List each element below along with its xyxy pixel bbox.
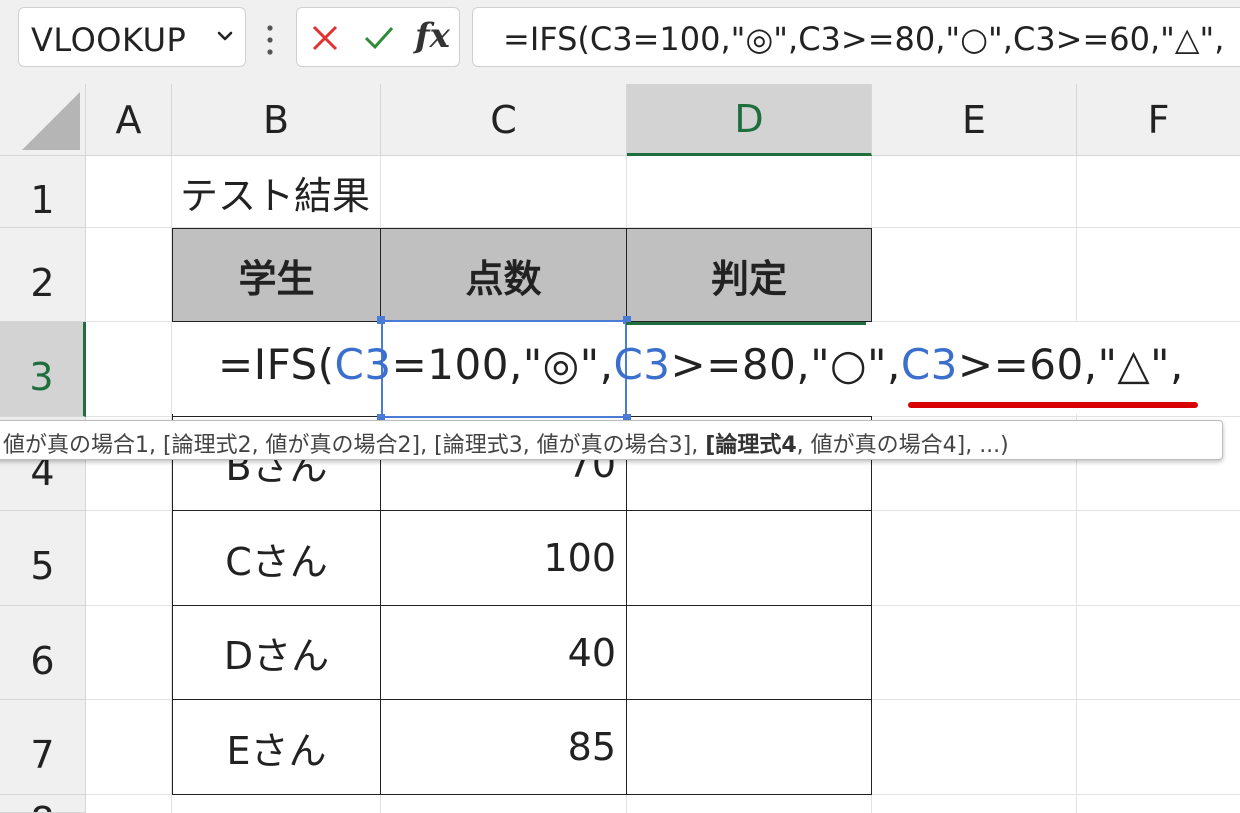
row-header-6[interactable]: 6 [0, 606, 86, 700]
student-cell[interactable]: Dさん [172, 605, 381, 700]
row-header-5[interactable]: 5 [0, 511, 86, 606]
judgement-cell[interactable] [626, 699, 872, 795]
column-header-d[interactable]: D [627, 84, 872, 156]
score-cell[interactable]: 100 [380, 510, 627, 606]
check-icon[interactable] [361, 20, 397, 56]
column-header-b[interactable]: B [172, 84, 381, 156]
row-header-8[interactable]: 8 [0, 795, 86, 813]
row-header-1[interactable]: 1 [0, 156, 86, 228]
column-header-f[interactable]: F [1077, 84, 1240, 156]
red-underline-annotation [908, 402, 1198, 408]
cell-reference: C3 [334, 340, 392, 389]
insert-function-button[interactable]: fx [415, 16, 450, 56]
close-icon[interactable] [307, 20, 343, 56]
judgement-cell[interactable] [626, 605, 872, 700]
tooltip-current-argument[interactable]: [論理式4 [705, 433, 796, 458]
gridline [1076, 156, 1077, 813]
column-header-a[interactable]: A [86, 84, 172, 156]
more-options-icon[interactable] [262, 22, 278, 58]
formula-buttons: fx [296, 7, 460, 67]
select-all-button[interactable] [0, 84, 86, 156]
formula-text: =IFS(C3=100,"◎",C3>=80,"○",C3>=60,"△", [503, 20, 1225, 58]
judgement-cell[interactable] [626, 510, 872, 606]
formula-part: =IFS( [218, 340, 335, 389]
student-cell[interactable]: Cさん [172, 510, 381, 606]
name-box-value: VLOOKUP [31, 21, 187, 59]
function-arguments-tooltip: 値が真の場合1, [論理式2, 値が真の場合2], [論理式3, 値が真の場合3… [0, 420, 1223, 460]
formula-bar-area: VLOOKUP fx =IFS(C3=100,"◎",C3>=80,"○",C3… [0, 0, 1240, 84]
row-header-3[interactable]: 3 [0, 322, 86, 417]
header-cell-judgement[interactable]: 判定 [626, 228, 872, 322]
tooltip-lead: 値が真の場合1, [論理式2, 値が真の場合2], [論理式3, 値が真の場合3… [3, 433, 706, 458]
formula-input[interactable]: =IFS(C3=100,"◎",C3>=80,"○",C3>=60,"△", [472, 7, 1240, 67]
formula-part: >=80,"○", [670, 340, 901, 389]
formula-part: =100,"◎", [391, 340, 614, 389]
cell-edit-formula[interactable]: =IFS(C3=100,"◎",C3>=80,"○",C3>=60,"△", [218, 340, 1184, 389]
row-header-7[interactable]: 7 [0, 700, 86, 795]
column-header-c[interactable]: C [381, 84, 627, 156]
student-cell[interactable]: Eさん [172, 699, 381, 795]
active-cell-border [626, 322, 872, 325]
select-all-triangle-icon [22, 92, 80, 150]
score-cell[interactable]: 40 [380, 605, 627, 700]
tooltip-text: 値が真の場合1, [論理式2, 値が真の場合2], [論理式3, 値が真の場合3… [3, 427, 1009, 459]
formula-part: >=60,"△", [957, 340, 1184, 389]
row-header-2[interactable]: 2 [0, 228, 86, 322]
score-cell[interactable]: 85 [380, 699, 627, 795]
column-header-e[interactable]: E [872, 84, 1077, 156]
tooltip-tail: , 値が真の場合4], ...) [796, 433, 1009, 458]
header-cell-score[interactable]: 点数 [380, 228, 627, 322]
name-box[interactable]: VLOOKUP [18, 7, 246, 67]
chevron-down-icon[interactable] [211, 22, 239, 50]
header-cell-student[interactable]: 学生 [172, 228, 381, 322]
reference-handle[interactable] [377, 316, 385, 324]
cell-reference: C3 [900, 340, 958, 389]
sheet-title-cell[interactable]: テスト結果 [172, 156, 612, 228]
cell-reference: C3 [613, 340, 671, 389]
